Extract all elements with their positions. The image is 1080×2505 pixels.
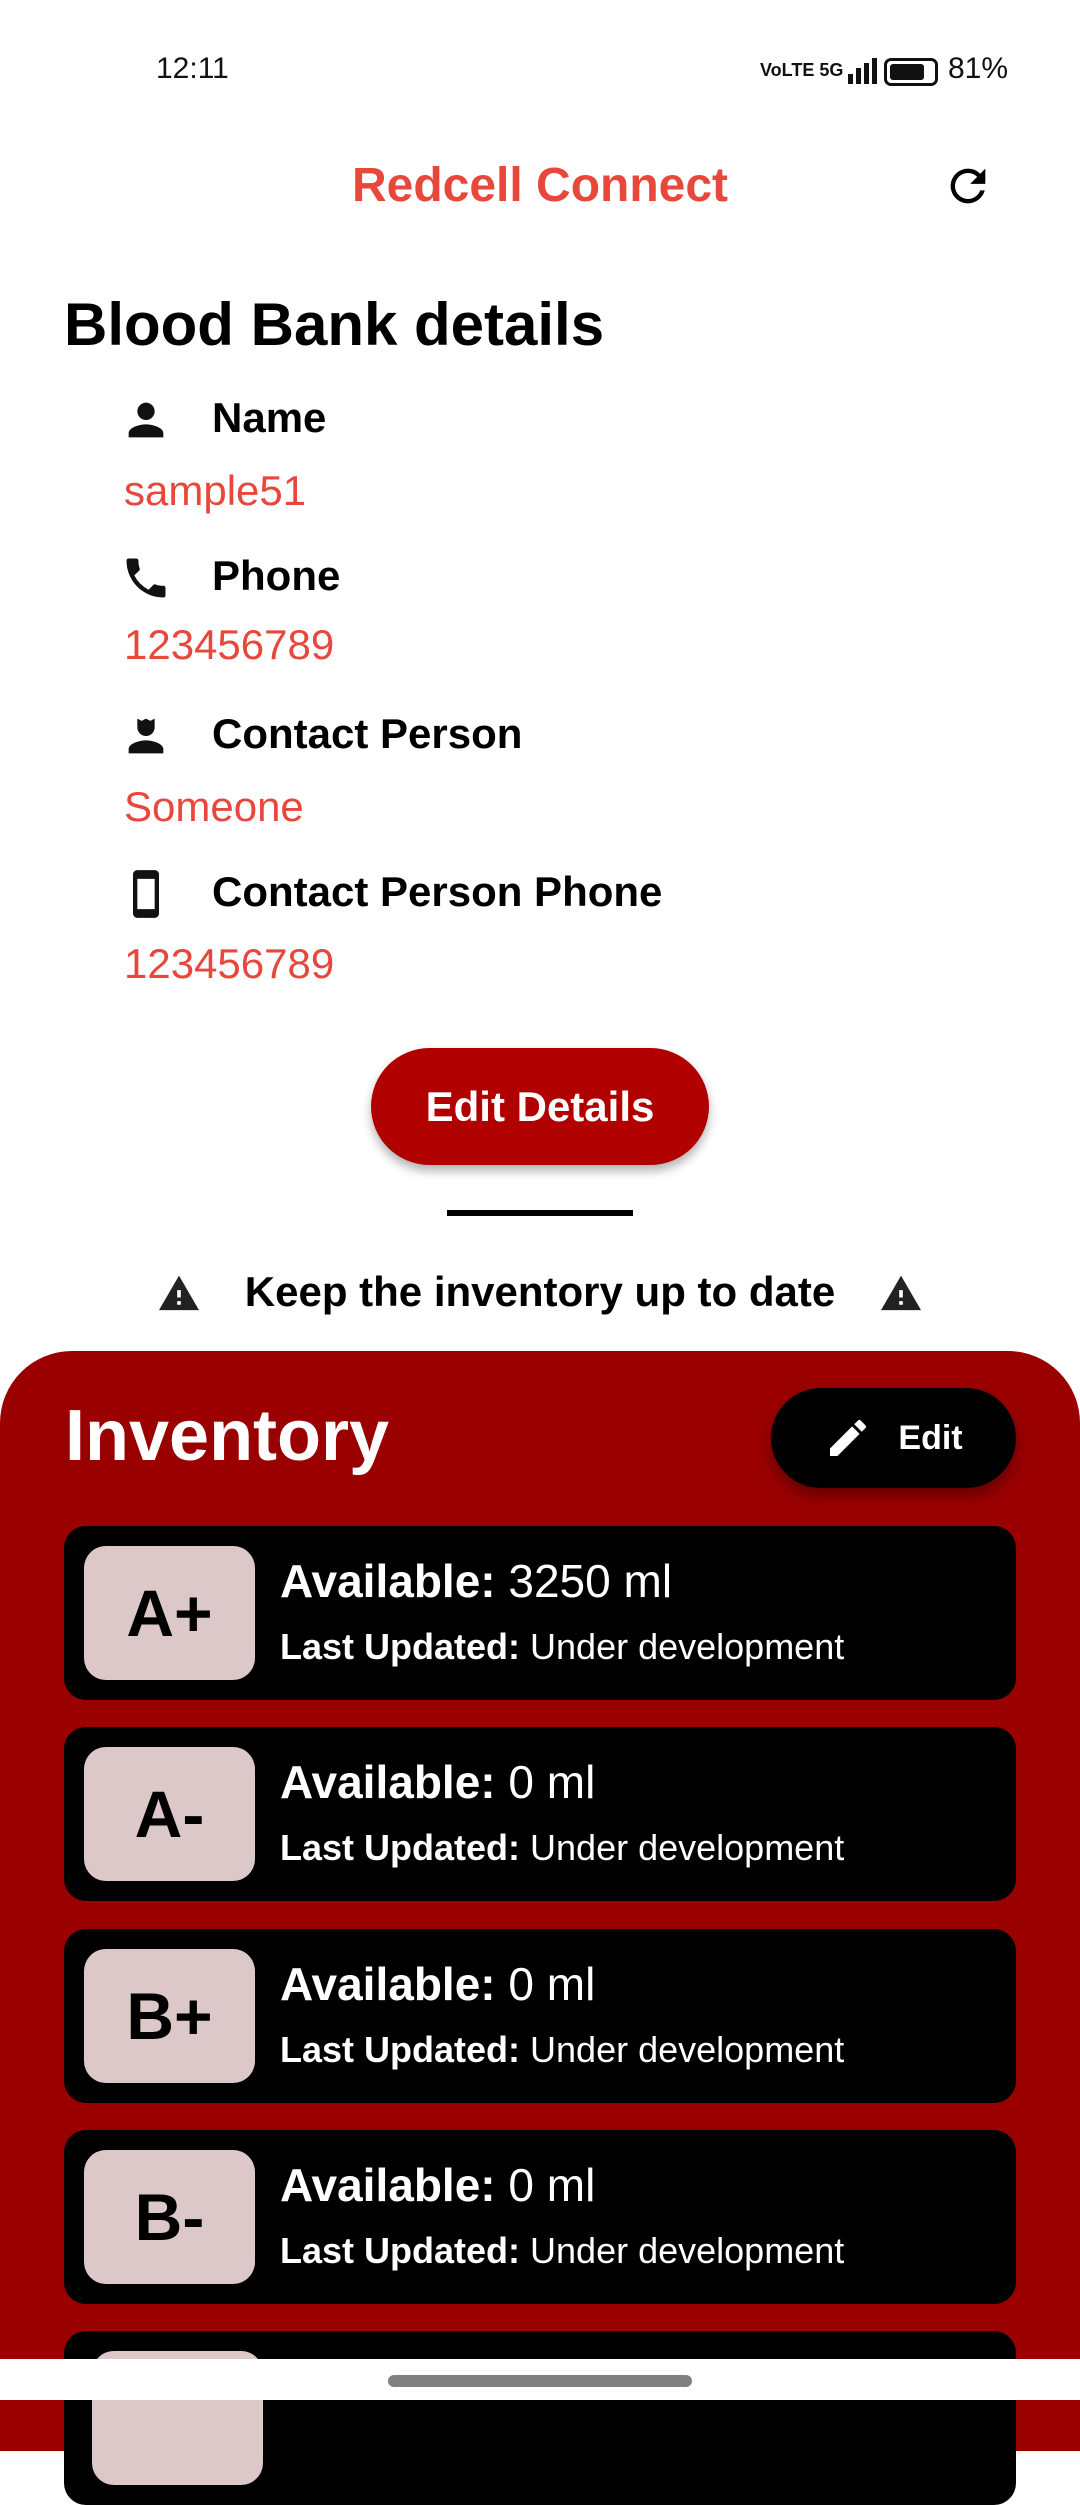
app-title: Redcell Connect	[351, 159, 729, 212]
last-updated-value: Under development	[530, 2230, 845, 2271]
last-updated-text: Last Updated: Under development	[280, 1626, 844, 1668]
last-updated-label: Last Updated:	[280, 1827, 521, 1868]
warning-banner: Keep the inventory up to date	[0, 1268, 1080, 1316]
last-updated-label: Last Updated:	[280, 2230, 521, 2271]
last-updated-text: Last Updated: Under development	[280, 1827, 844, 1869]
contact-person-phone-value: 123456789	[124, 940, 335, 987]
available-text: Available: 0 ml	[280, 1755, 595, 1809]
refresh-icon[interactable]	[942, 160, 994, 212]
blood-group-badge: A-	[84, 1747, 255, 1881]
edit-inventory-button[interactable]: Edit	[771, 1388, 1016, 1488]
available-value: 0 ml	[508, 1756, 596, 1808]
available-text: Available: 3250 ml	[280, 1554, 672, 1608]
available-label: Available:	[280, 1555, 496, 1607]
inventory-card[interactable]: A+ Available: 3250 ml Last Updated: Unde…	[64, 1526, 1016, 1700]
contact-person-value: Someone	[124, 783, 304, 830]
gesture-handle[interactable]	[388, 2375, 692, 2387]
warning-text: Keep the inventory up to date	[244, 1268, 836, 1315]
contact-person-phone-label: Contact Person Phone	[212, 868, 663, 915]
divider	[447, 1210, 633, 1216]
available-text: Available: 0 ml	[280, 1957, 595, 2011]
available-label: Available:	[280, 1756, 496, 1808]
network-type: VoLTE 5G	[760, 60, 844, 80]
available-value: 0 ml	[508, 1958, 596, 2010]
contact-person-icon	[128, 718, 164, 754]
contact-person-label: Contact Person	[212, 710, 523, 757]
inventory-card[interactable]: A- Available: 0 ml Last Updated: Under d…	[64, 1727, 1016, 1901]
name-value: sample51	[124, 467, 307, 514]
warning-icon	[158, 1275, 199, 1311]
last-updated-label: Last Updated:	[280, 2029, 521, 2070]
available-label: Available:	[280, 2159, 496, 2211]
pencil-icon	[830, 1419, 867, 1456]
last-updated-text: Last Updated: Under development	[280, 2029, 844, 2071]
status-time: 12:11	[156, 52, 229, 85]
last-updated-label: Last Updated:	[280, 1626, 521, 1667]
inventory-card[interactable]: B- Available: 0 ml Last Updated: Under d…	[64, 2130, 1016, 2304]
phone-value: 123456789	[124, 621, 335, 668]
blood-group-badge: B+	[84, 1949, 255, 2083]
battery-percent: 81%	[948, 52, 1009, 85]
available-label: Available:	[280, 1958, 496, 2010]
phone-label: Phone	[212, 552, 341, 599]
edit-details-button[interactable]: Edit Details	[371, 1048, 709, 1165]
inventory-card[interactable]: B+ Available: 0 ml Last Updated: Under d…	[64, 1929, 1016, 2103]
battery-icon	[884, 58, 938, 86]
last-updated-value: Under development	[530, 1626, 845, 1667]
name-label: Name	[212, 394, 327, 441]
available-value: 0 ml	[508, 2159, 596, 2211]
phone-icon	[126, 558, 166, 598]
smartphone-icon	[133, 870, 159, 918]
person-icon	[128, 402, 164, 438]
available-value: 3250 ml	[508, 1555, 673, 1607]
inventory-title: Inventory	[65, 1396, 390, 1476]
edit-label: Edit	[898, 1418, 963, 1457]
available-text: Available: 0 ml	[280, 2158, 595, 2212]
warning-icon	[881, 1275, 922, 1311]
blood-group-badge: A+	[84, 1546, 255, 1680]
signal-icon	[848, 58, 877, 84]
page-title: Blood Bank details	[64, 291, 605, 358]
inventory-card[interactable]	[64, 2331, 1016, 2505]
blood-group-badge: B-	[84, 2150, 255, 2284]
last-updated-value: Under development	[530, 2029, 845, 2070]
last-updated-text: Last Updated: Under development	[280, 2230, 844, 2272]
last-updated-value: Under development	[530, 1827, 845, 1868]
